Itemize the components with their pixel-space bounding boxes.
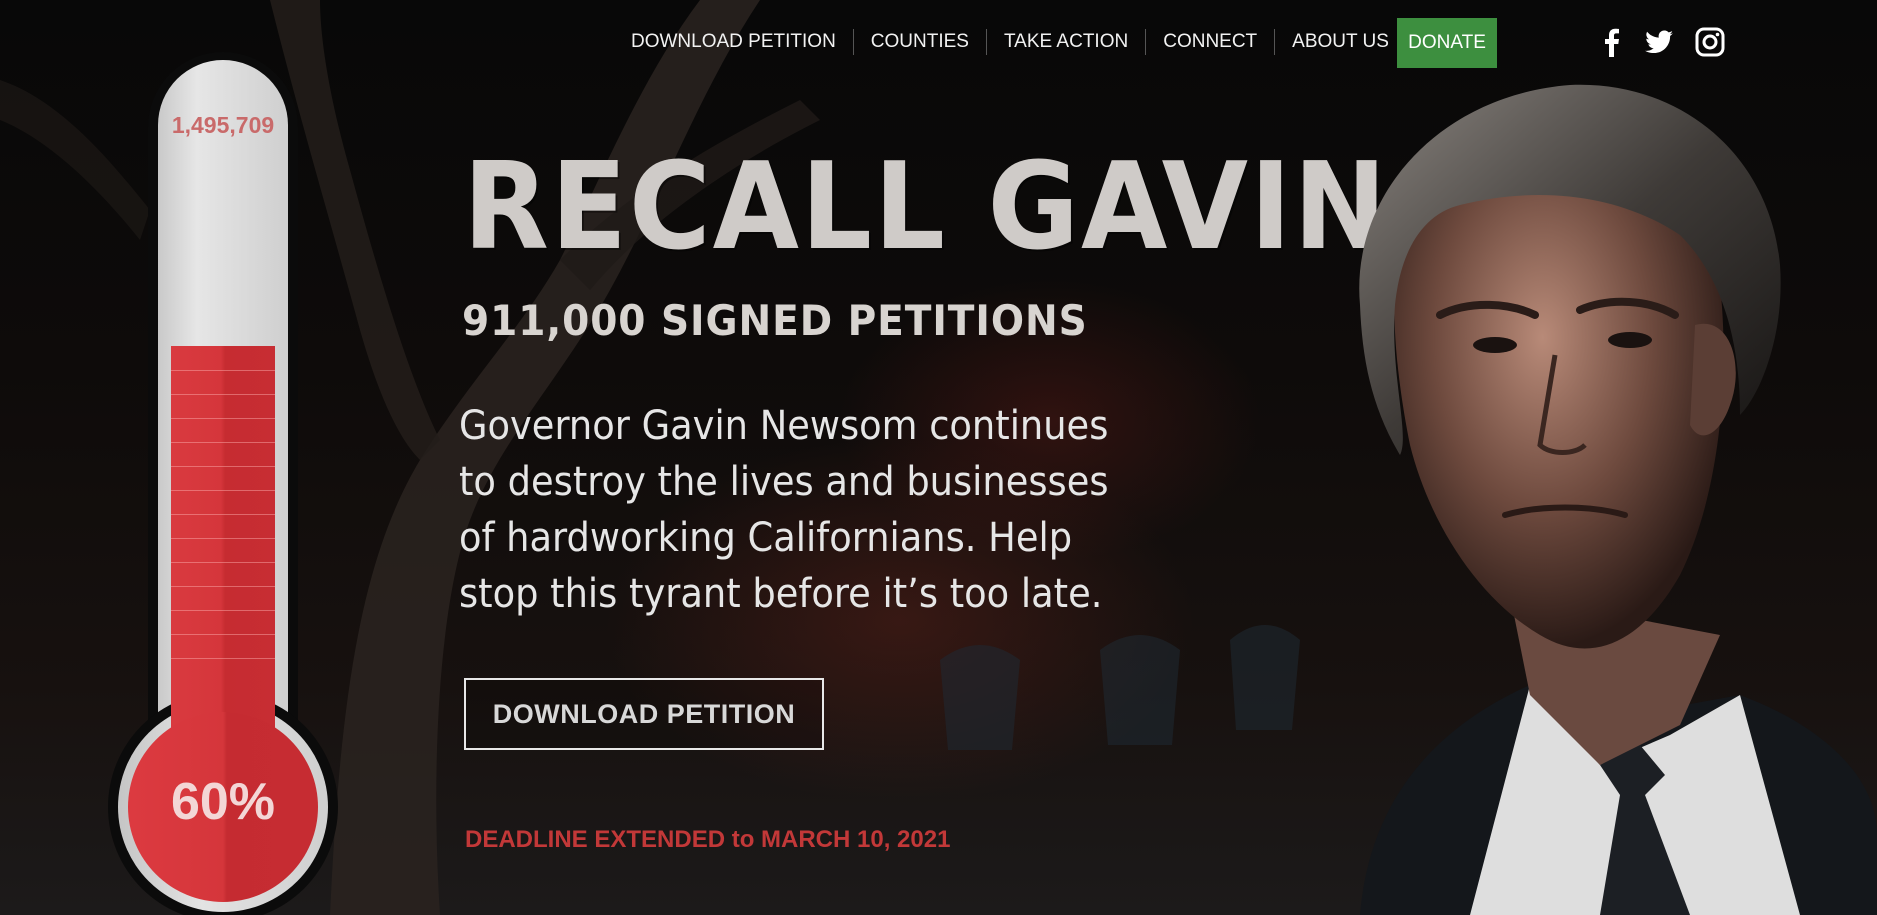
nav-about-us[interactable]: ABOUT US [1274, 29, 1406, 55]
petition-thermometer: 1,495,709 60% [108, 52, 348, 915]
thermometer-tick [171, 562, 275, 563]
thermometer-tick [171, 634, 275, 635]
facebook-icon[interactable] [1596, 26, 1628, 58]
thermometer-tube-inner: 1,495,709 [158, 60, 288, 772]
governor-portrait [1359, 84, 1877, 915]
hero-section: DOWNLOAD PETITION COUNTIES TAKE ACTION C… [0, 0, 1877, 915]
page-title: RECALL GAVIN [463, 138, 1389, 277]
thermometer-tick [171, 442, 275, 443]
progress-percent: 60% [170, 773, 276, 831]
thermometer-tube: 1,495,709 [148, 52, 298, 772]
nav-take-action[interactable]: TAKE ACTION [985, 29, 1145, 55]
thermometer-tick [171, 370, 275, 371]
donate-button[interactable]: DONATE [1397, 18, 1497, 68]
hero-description: Governor Gavin Newsom continues to destr… [459, 403, 1109, 617]
thermometer-tick [171, 466, 275, 467]
thermometer-tick [171, 586, 275, 587]
thermometer-tick [171, 538, 275, 539]
goal-number: 1,495,709 [171, 112, 275, 138]
thermometer-tick [171, 658, 275, 659]
chairs-silhouette [940, 625, 1300, 750]
deadline-notice: DEADLINE EXTENDED to MARCH 10, 2021 [465, 826, 951, 853]
nav-download-petition[interactable]: DOWNLOAD PETITION [614, 29, 853, 55]
instagram-icon[interactable] [1694, 26, 1726, 58]
twitter-icon[interactable] [1643, 26, 1675, 58]
thermometer-tick [171, 610, 275, 611]
download-petition-button[interactable]: DOWNLOAD PETITION [464, 678, 824, 750]
thermometer-tick [171, 490, 275, 491]
nav-connect[interactable]: CONNECT [1145, 29, 1274, 55]
main-nav: DOWNLOAD PETITION COUNTIES TAKE ACTION C… [614, 22, 1406, 62]
thermometer-tick [171, 394, 275, 395]
signed-petitions-count: 911,000 SIGNED PETITIONS [462, 296, 1088, 345]
thermometer-tick [171, 418, 275, 419]
nav-counties[interactable]: COUNTIES [852, 29, 986, 55]
thermometer-tick [171, 514, 275, 515]
